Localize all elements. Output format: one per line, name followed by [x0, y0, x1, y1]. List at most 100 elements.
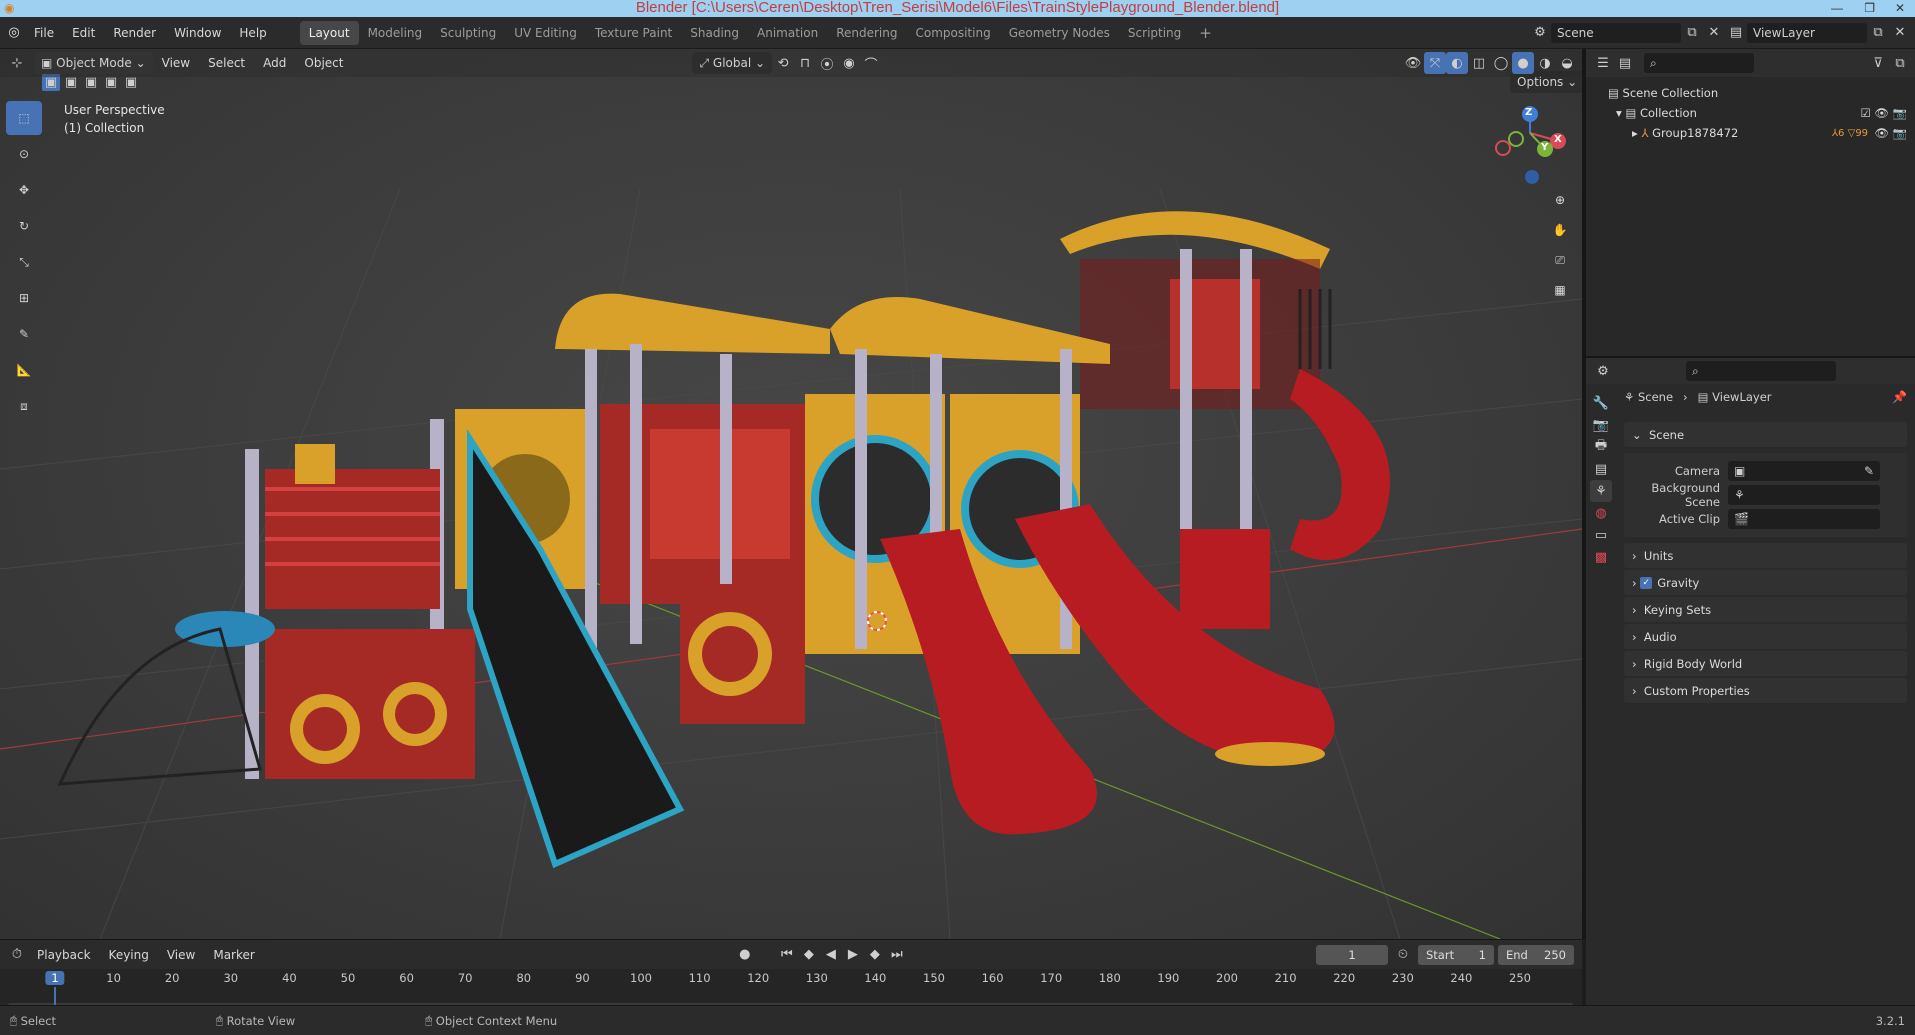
outliner-search-input[interactable]: ⌕ — [1644, 53, 1754, 73]
jump-start-icon[interactable]: ⏮ — [776, 944, 798, 966]
minimize-button[interactable]: — — [1831, 0, 1843, 16]
pan-hand-icon[interactable]: ✋ — [1545, 215, 1575, 245]
display-mode-icon[interactable]: ▤ — [1614, 52, 1636, 74]
delete-view-layer-icon[interactable]: ✕ — [1889, 22, 1911, 44]
timeline-editor-icon[interactable]: ⏱ — [6, 944, 28, 966]
tab-compositing[interactable]: Compositing — [906, 21, 999, 45]
rendered-shading-icon[interactable]: ◒ — [1556, 52, 1578, 74]
timeline-menu-playback[interactable]: Playback — [28, 939, 100, 971]
proportional-edit-icon[interactable]: ◉ — [838, 52, 860, 74]
background-scene-field[interactable]: ⚘ — [1728, 485, 1880, 505]
eyedropper-icon[interactable]: ✎ — [1864, 464, 1874, 478]
outliner-row-collection[interactable]: ▾ ▤ Collection ☑ 👁 📷 — [1586, 103, 1915, 123]
render-camera-icon[interactable]: 📷 — [1893, 106, 1907, 120]
add-workspace-button[interactable]: + — [1190, 21, 1221, 45]
scene-selector[interactable]: Scene — [1551, 22, 1681, 43]
material-shading-icon[interactable]: ◑ — [1534, 52, 1556, 74]
snap-target-icon[interactable]: ⦿ — [816, 52, 838, 74]
rigid-body-world-section[interactable]: › Rigid Body World — [1624, 651, 1907, 676]
viewport-menu-view[interactable]: View — [153, 47, 199, 79]
viewport-menu-object[interactable]: Object — [295, 47, 352, 79]
audio-section[interactable]: › Audio — [1624, 624, 1907, 649]
timeline-menu-marker[interactable]: Marker — [204, 939, 263, 971]
pivot-point-icon[interactable]: ⟲ — [772, 52, 794, 74]
exclude-checkbox-icon[interactable]: ☑ — [1860, 106, 1874, 120]
new-scene-icon[interactable]: ⧉ — [1681, 22, 1703, 44]
falloff-icon[interactable]: ⌒ — [860, 52, 882, 74]
ortho-grid-icon[interactable]: ▦ — [1545, 275, 1575, 305]
collapse-arrow-icon[interactable]: ▾ — [1616, 106, 1625, 120]
tab-geometry-nodes[interactable]: Geometry Nodes — [1000, 21, 1119, 45]
outliner-row-scene-collection[interactable]: ▤ Scene Collection — [1586, 83, 1915, 103]
timeline-area[interactable]: 1 10 20 30 40 50 60 70 80 90 100 110 120 130 140 150 160… — [0, 969, 1582, 1007]
scene-section-header[interactable]: ⌄ Scene — [1624, 422, 1907, 447]
menu-window[interactable]: Window — [165, 17, 230, 49]
scale-tool-icon[interactable]: ⤡ — [6, 245, 42, 279]
tab-rendering[interactable]: Rendering — [827, 21, 906, 45]
units-section[interactable]: › Units — [1624, 543, 1907, 568]
delete-scene-icon[interactable]: ✕ — [1703, 22, 1725, 44]
overlays-toggle-icon[interactable]: ◐ — [1446, 52, 1468, 74]
annotate-tool-icon[interactable]: ✎ — [6, 317, 42, 351]
timeline-menu-keying[interactable]: Keying — [100, 939, 158, 971]
maximize-button[interactable]: ❐ — [1864, 0, 1875, 16]
gravity-section[interactable]: › ✓ Gravity — [1624, 570, 1907, 595]
tab-modeling[interactable]: Modeling — [359, 21, 432, 45]
timeline-menu-view[interactable]: View — [158, 939, 204, 971]
start-frame-field[interactable]: Start 1 — [1418, 944, 1494, 965]
mode-dropdown[interactable]: ▣ Object Mode ⌄ — [34, 52, 153, 74]
tab-uv-editing[interactable]: UV Editing — [505, 21, 586, 45]
properties-editor-icon[interactable]: ⚙ — [1592, 360, 1614, 382]
menu-edit[interactable]: Edit — [63, 17, 104, 49]
object-render-camera-icon[interactable]: 📷 — [1893, 126, 1907, 140]
new-view-layer-icon[interactable]: ⧉ — [1867, 22, 1889, 44]
preview-range-icon[interactable]: ⏲ — [1392, 944, 1414, 966]
menu-file[interactable]: File — [25, 17, 63, 49]
rotate-tool-icon[interactable]: ↻ — [6, 209, 42, 243]
snap-icon[interactable]: ⊓ — [794, 52, 816, 74]
transform-orientation-dropdown[interactable]: ⤢ Global ⌄ — [692, 52, 773, 74]
play-reverse-icon[interactable]: ◀ — [820, 944, 842, 966]
viewport-menu-add[interactable]: Add — [254, 47, 295, 79]
active-clip-field[interactable]: 🎬 — [1728, 509, 1880, 529]
editor-type-icon[interactable]: ⊹ — [6, 52, 28, 74]
3d-viewport[interactable]: Z X Y User Perspective (1) Collection ⊕ … — [0, 49, 1582, 939]
transform-tool-icon[interactable]: ⊞ — [6, 281, 42, 315]
viewport-menu-select[interactable]: Select — [199, 47, 254, 79]
tab-scripting[interactable]: Scripting — [1119, 21, 1190, 45]
close-button[interactable]: ✕ — [1895, 0, 1905, 16]
prev-keyframe-icon[interactable]: ◆ — [798, 944, 820, 966]
wireframe-shading-icon[interactable]: ◯ — [1490, 52, 1512, 74]
custom-properties-section[interactable]: › Custom Properties — [1624, 678, 1907, 703]
tab-layout[interactable]: Layout — [299, 20, 359, 45]
tab-animation[interactable]: Animation — [748, 21, 827, 45]
measure-tool-icon[interactable]: 📐 — [6, 353, 42, 387]
record-icon[interactable]: ● — [734, 944, 756, 966]
playhead-line[interactable] — [54, 987, 56, 1005]
pin-icon[interactable]: 📌 — [1892, 390, 1907, 404]
visibility-icon[interactable]: 👁 — [1402, 52, 1424, 74]
cursor-tool-icon[interactable]: ⊙ — [6, 137, 42, 171]
select-box-tool-icon[interactable]: ⬚ — [6, 101, 42, 135]
filter-icon[interactable]: ⊽ — [1867, 52, 1889, 74]
camera-view-icon[interactable]: ⎚ — [1545, 245, 1575, 275]
add-cube-tool-icon[interactable]: ⧈ — [6, 389, 42, 423]
visibility-eye-icon[interactable]: 👁 — [1874, 106, 1892, 120]
zoom-icon[interactable]: ⊕ — [1545, 185, 1575, 215]
next-keyframe-icon[interactable]: ◆ — [864, 944, 886, 966]
current-frame-indicator[interactable]: 1 — [45, 971, 65, 985]
tab-texture-paint[interactable]: Texture Paint — [586, 21, 681, 45]
tab-sculpting[interactable]: Sculpting — [431, 21, 505, 45]
end-frame-field[interactable]: End 250 — [1498, 944, 1574, 965]
view-layer-selector[interactable]: ViewLayer — [1747, 22, 1867, 43]
tab-shading[interactable]: Shading — [681, 21, 748, 45]
properties-search-input[interactable]: ⌕ — [1686, 361, 1836, 381]
new-collection-icon[interactable]: ⧉ — [1889, 52, 1911, 74]
xray-icon[interactable]: ◫ — [1468, 52, 1490, 74]
move-tool-icon[interactable]: ✥ — [6, 173, 42, 207]
menu-render[interactable]: Render — [104, 17, 165, 49]
jump-end-icon[interactable]: ⏭ — [886, 944, 908, 966]
gravity-checkbox[interactable]: ✓ — [1640, 576, 1653, 589]
current-frame-field[interactable]: 1 — [1316, 944, 1388, 965]
outliner-row-object[interactable]: ▸ ⅄ Group1878472 ⅄6 ▽99 👁 📷 — [1586, 123, 1915, 143]
